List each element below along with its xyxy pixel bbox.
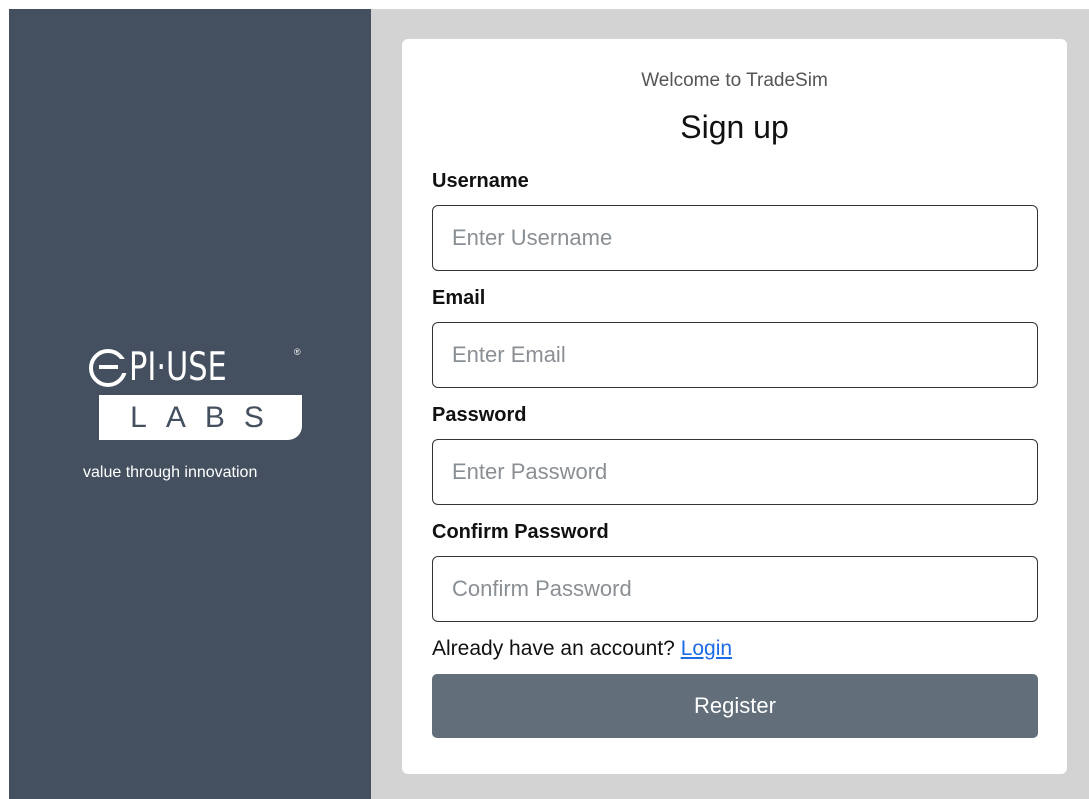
login-link[interactable]: Login <box>681 637 732 660</box>
logo-labs-badge: LABS <box>99 395 302 440</box>
email-label: Email <box>432 287 486 309</box>
registered-mark: ® <box>294 347 301 357</box>
brand-panel: PI·USE ® LABS value through innovation <box>9 9 371 799</box>
password-label: Password <box>432 404 527 426</box>
register-button[interactable]: Register <box>432 674 1038 738</box>
login-prompt-text: Already have an account? <box>432 637 675 660</box>
username-input[interactable] <box>432 205 1038 271</box>
password-input[interactable] <box>432 439 1038 505</box>
confirm-password-input[interactable] <box>432 556 1038 622</box>
page-title: Sign up <box>680 109 789 145</box>
username-label: Username <box>432 170 529 192</box>
login-prompt: Already have an account? Login <box>432 637 732 661</box>
epi-use-labs-logo: PI·USE ® LABS value through innovation <box>83 343 319 493</box>
confirm-password-label: Confirm Password <box>432 521 609 543</box>
logo-e-mark-icon <box>89 349 128 387</box>
signup-card: Welcome to TradeSim Sign up Username Ema… <box>402 39 1067 774</box>
brand-tagline: value through innovation <box>83 464 258 481</box>
page: PI·USE ® LABS value through innovation W… <box>0 0 1089 799</box>
logo-text: PI·USE <box>129 345 227 390</box>
email-input[interactable] <box>432 322 1038 388</box>
welcome-text: Welcome to TradeSim <box>641 70 828 91</box>
logo-wordmark: PI·USE <box>89 343 254 393</box>
